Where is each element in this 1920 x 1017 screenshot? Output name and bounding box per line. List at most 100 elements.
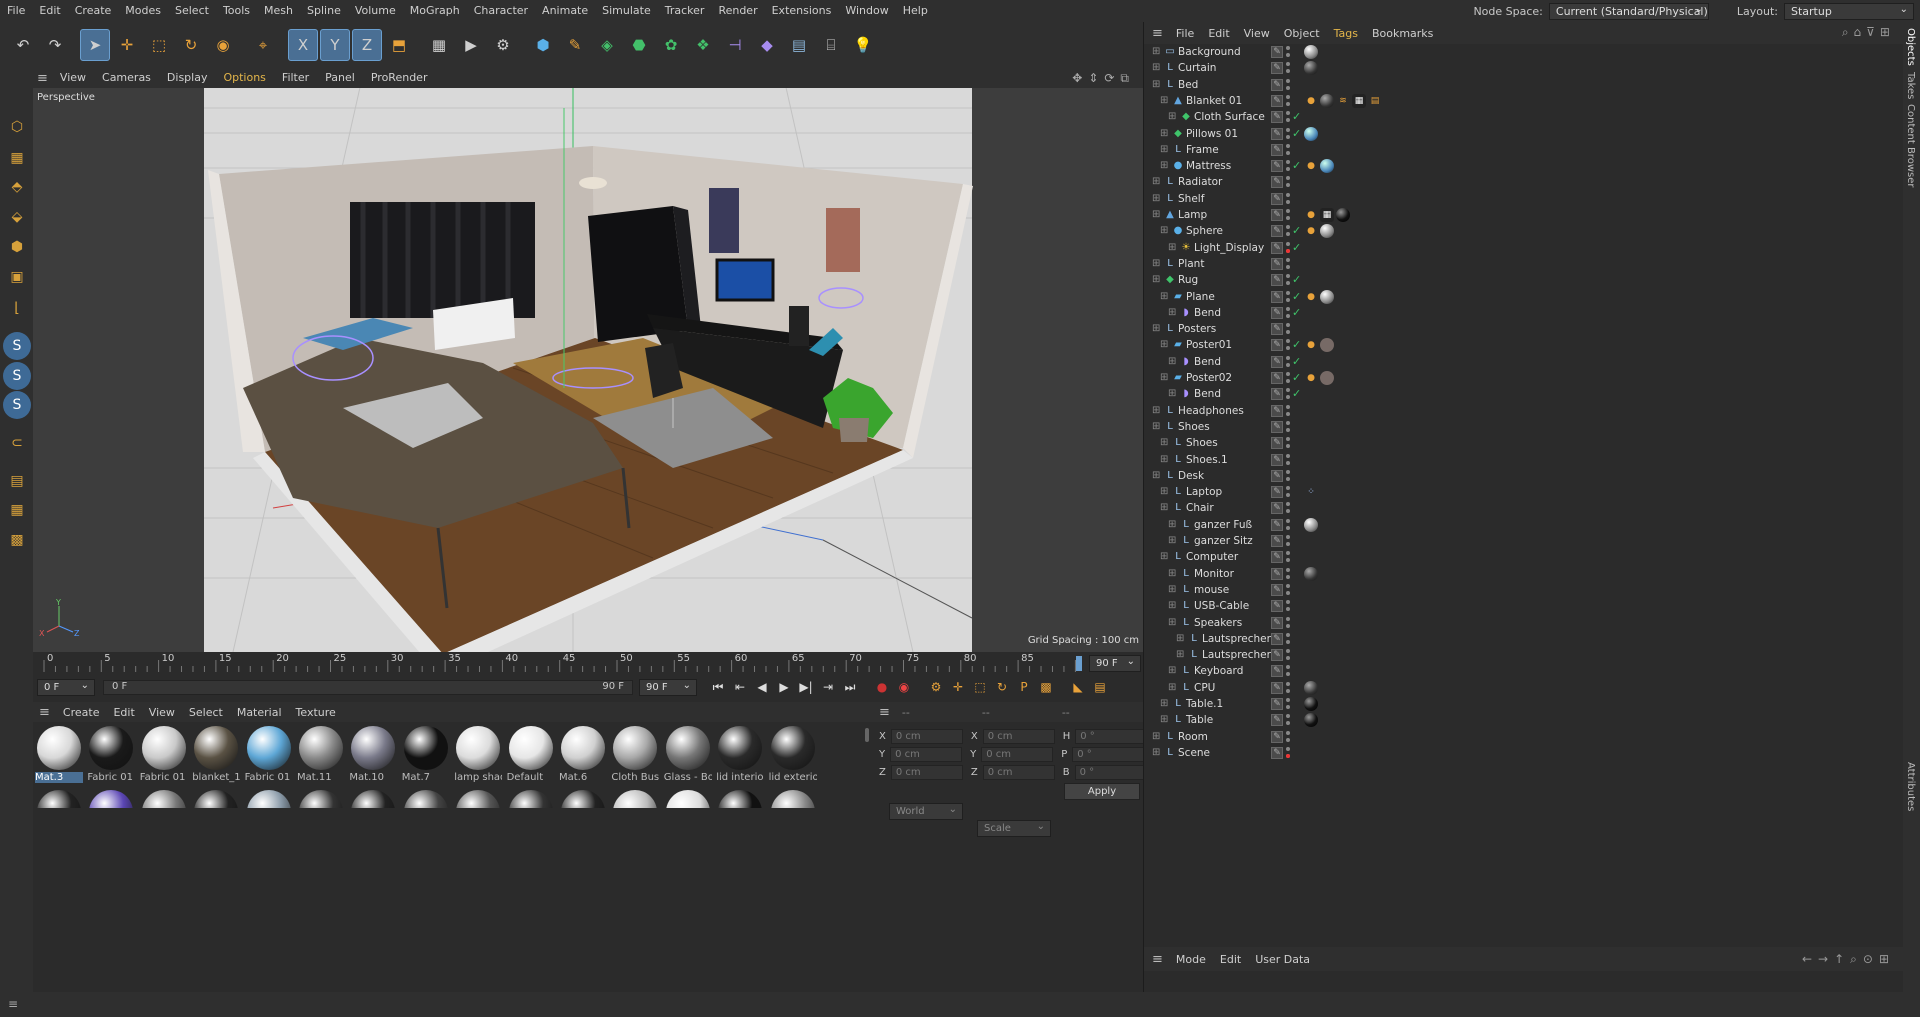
material-swatch[interactable] <box>769 788 817 808</box>
visibility-dots-icon[interactable] <box>1286 535 1290 547</box>
object-row[interactable]: ⊞ L Room ✎ <box>1144 729 1904 745</box>
object-menu-tags[interactable]: Tags <box>1327 27 1365 40</box>
visibility-dots-icon[interactable] <box>1286 160 1290 172</box>
visibility-dots-icon[interactable] <box>1286 730 1290 743</box>
object-name[interactable]: Plant <box>1178 258 1204 270</box>
visibility-dots-icon[interactable] <box>1286 257 1290 270</box>
snap-icon[interactable]: S <box>3 332 31 360</box>
enabled-check-icon[interactable]: ✓ <box>1292 306 1301 319</box>
object-name[interactable]: Table <box>1186 714 1213 726</box>
render-view-icon[interactable]: ▶ <box>456 29 486 61</box>
poster-tag-icon[interactable] <box>1320 338 1334 353</box>
expand-icon[interactable]: ⊞ <box>1168 600 1176 611</box>
expand-icon[interactable]: ⊞ <box>1168 242 1176 253</box>
expand-icon[interactable]: ⊞ <box>1160 160 1168 171</box>
material-swatch[interactable] <box>454 788 502 808</box>
object-name[interactable]: Radiator <box>1178 176 1222 188</box>
object-name[interactable]: USB-Cable <box>1194 600 1249 612</box>
next-key-icon[interactable]: ⇥ <box>817 680 839 694</box>
menu-spline[interactable]: Spline <box>300 0 348 22</box>
object-name[interactable]: Frame <box>1186 144 1219 156</box>
visibility-dots-icon[interactable] <box>1286 46 1290 58</box>
visibility-dots-icon[interactable] <box>1286 225 1290 237</box>
viewport-menu-cameras[interactable]: Cameras <box>94 68 159 88</box>
expand-icon[interactable]: ⊞ <box>1152 62 1160 73</box>
expand-icon[interactable]: ⊞ <box>1168 111 1176 122</box>
rot-p-field[interactable]: 0 ° <box>1072 746 1145 762</box>
attribute-menu-mode[interactable]: Mode <box>1169 953 1213 966</box>
edit-toggle-icon[interactable]: ✎ <box>1271 551 1283 564</box>
object-name[interactable]: Chair <box>1186 502 1214 514</box>
object-row[interactable]: ⊞ ▲ Blanket 01 ✎ ● ≋ ▦ ▤ <box>1144 93 1904 109</box>
material-swatch[interactable]: lid interior <box>716 724 764 786</box>
sph-grey-tag-icon[interactable] <box>1304 517 1318 532</box>
object-row[interactable]: ⊞ ▭ Background ✎ <box>1144 44 1904 60</box>
object-row[interactable]: ⊞ ◗ Bend ✎ ✓ <box>1144 386 1904 402</box>
object-row[interactable]: ⊞ L Table ✎ <box>1144 712 1904 728</box>
material-swatch[interactable]: blanket_16 <box>192 724 240 786</box>
visibility-dots-icon[interactable] <box>1286 453 1290 466</box>
object-row[interactable]: ⊞ Lganzer Sitz ✎ <box>1144 533 1904 549</box>
expand-icon[interactable]: ⊞ <box>1160 95 1168 106</box>
expand-icon[interactable]: ⊞ <box>1160 714 1168 725</box>
edit-toggle-icon[interactable]: ✎ <box>1271 486 1283 499</box>
edit-toggle-icon[interactable]: ✎ <box>1271 46 1283 58</box>
material-swatch[interactable]: Mat.7 <box>402 724 450 786</box>
edit-toggle-icon[interactable]: ✎ <box>1271 600 1283 613</box>
enabled-check-icon[interactable]: ✓ <box>1292 127 1301 140</box>
material-swatch[interactable] <box>245 788 293 808</box>
edit-toggle-icon[interactable]: ✎ <box>1271 94 1283 107</box>
menu-window[interactable]: Window <box>838 0 895 22</box>
expand-icon[interactable]: ⊞ <box>1160 339 1168 350</box>
visibility-dots-icon[interactable] <box>1286 437 1290 449</box>
object-search-icons[interactable]: ⌕⌂⊽⊞ <box>1842 25 1895 40</box>
enabled-check-icon[interactable]: ✓ <box>1292 290 1301 303</box>
voronoi-icon[interactable]: ❖ <box>688 29 718 61</box>
phong-tag-icon[interactable]: ● <box>1304 159 1318 173</box>
object-row[interactable]: ⊞ ▲ Lamp ✎ ● ▦ <box>1144 207 1904 223</box>
edit-toggle-icon[interactable]: ✎ <box>1271 714 1283 727</box>
first-frame-icon[interactable]: ⏮ <box>707 680 729 695</box>
edit-toggle-icon[interactable]: ✎ <box>1271 535 1283 547</box>
enabled-check-icon[interactable]: ✓ <box>1292 159 1301 172</box>
object-row[interactable]: ⊞ L USB-Cable ✎ <box>1144 598 1904 614</box>
menu-mograph[interactable]: MoGraph <box>403 0 467 22</box>
material-swatch[interactable] <box>297 788 345 808</box>
sph-grey-tag-icon[interactable] <box>1304 45 1318 59</box>
material-swatch[interactable]: Mat.6 <box>559 724 607 786</box>
enabled-check-icon[interactable]: ✓ <box>1292 110 1301 123</box>
object-row[interactable]: ⊞ ● Sphere ✎ ✓ ● <box>1144 223 1904 239</box>
motion-mode-icon[interactable]: ◣ <box>1067 680 1089 694</box>
object-row[interactable]: ⊞ L Laptop ✎ ⁘ <box>1144 484 1904 500</box>
move-icon[interactable]: ✛ <box>112 29 142 61</box>
object-name[interactable]: Posters <box>1178 323 1216 335</box>
visibility-dots-icon[interactable] <box>1286 176 1290 188</box>
object-name[interactable]: Curtain <box>1178 62 1216 74</box>
expand-icon[interactable]: ⊞ <box>1168 535 1176 546</box>
enabled-check-icon[interactable]: ✓ <box>1292 273 1301 286</box>
floor-icon[interactable]: ▤ <box>784 29 814 61</box>
object-name[interactable]: Plane <box>1186 291 1215 303</box>
object-name[interactable]: Mattress <box>1186 160 1231 172</box>
object-name[interactable]: Cloth Surface <box>1194 111 1265 123</box>
object-row[interactable]: ⊞ L Shoes ✎ <box>1144 435 1904 451</box>
edit-toggle-icon[interactable]: ✎ <box>1271 274 1283 287</box>
phong-tag-icon[interactable]: ● <box>1304 94 1318 108</box>
material-swatch[interactable]: Glass - Borc <box>664 724 712 786</box>
object-row[interactable]: ⊞ L Frame ✎ <box>1144 142 1904 158</box>
menu-tools[interactable]: Tools <box>216 0 257 22</box>
size-x-field[interactable]: 0 cm <box>982 728 1055 744</box>
edit-toggle-icon[interactable]: ✎ <box>1271 502 1283 515</box>
enabled-check-icon[interactable]: ✓ <box>1292 371 1301 384</box>
expand-icon[interactable]: ⊞ <box>1160 291 1168 302</box>
cloner-icon[interactable]: ✿ <box>656 29 686 61</box>
expand-icon[interactable]: ⊞ <box>1152 274 1160 285</box>
expand-icon[interactable]: ⊞ <box>1152 405 1160 416</box>
object-row[interactable]: ⊞ L Shelf ✎ <box>1144 191 1904 207</box>
object-name[interactable]: Bend <box>1194 307 1221 319</box>
visibility-dots-icon[interactable] <box>1286 698 1290 710</box>
keyframe-selection-icon[interactable]: ⚙ <box>925 680 947 694</box>
last-frame-icon[interactable]: ⏭ <box>839 680 861 695</box>
attribute-nav-icons[interactable]: ←→↑⌕⊙⊞ <box>1802 952 1895 967</box>
viewport-menu-options[interactable]: Options <box>215 68 273 88</box>
